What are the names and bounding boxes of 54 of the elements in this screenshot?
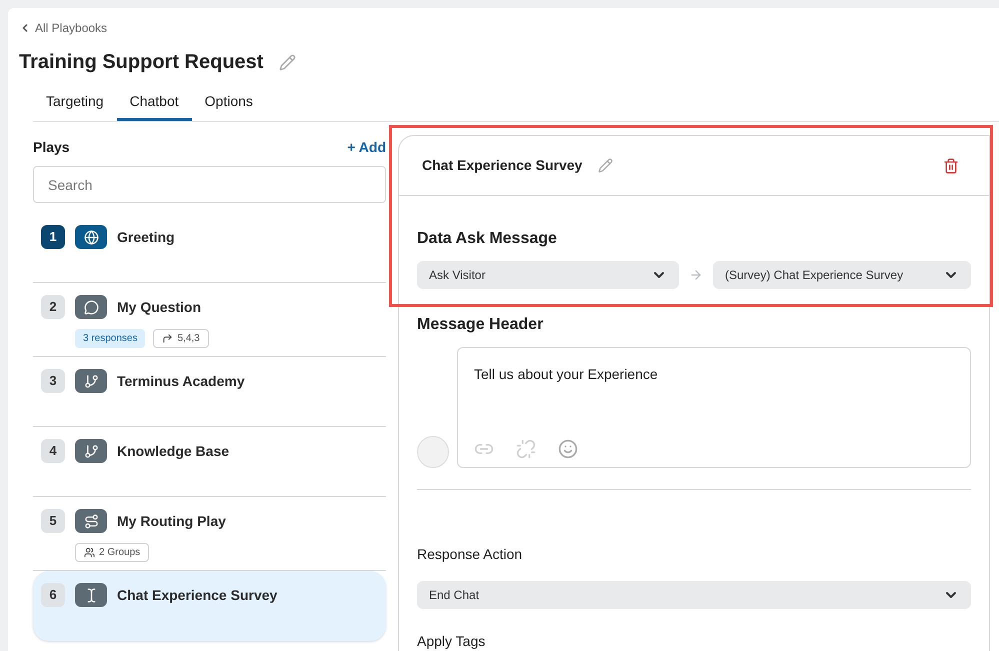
play-number: 4: [41, 439, 65, 463]
people-icon: [84, 547, 95, 558]
play-item[interactable]: 1 Greeting: [33, 213, 386, 283]
message-editor[interactable]: Tell us about your Experience: [457, 347, 971, 468]
data-ask-heading: Data Ask Message: [417, 229, 558, 249]
search-field[interactable]: Search: [33, 166, 386, 203]
routes-badge: 5,4,3: [153, 329, 209, 348]
pencil-icon[interactable]: [598, 158, 614, 173]
target-select[interactable]: (Survey) Chat Experience Survey: [713, 261, 971, 289]
branch-icon: [75, 369, 107, 393]
response-action-select[interactable]: End Chat: [417, 581, 971, 609]
tab[interactable]: Chatbot: [116, 87, 192, 121]
play-name: Terminus Academy: [117, 372, 245, 391]
avatar-silhouette: [417, 436, 449, 468]
emoji-icon[interactable]: [558, 439, 578, 459]
chat-bubble-icon: [75, 295, 107, 319]
play-number: 5: [41, 509, 65, 533]
apply-tags-label: Apply Tags: [417, 632, 486, 651]
play-item[interactable]: 4 Knowledge Base: [33, 427, 386, 497]
globe-icon: [75, 225, 107, 249]
play-item[interactable]: 2 My Question 3 responses 5,4,3: [33, 283, 386, 357]
groups-badge: 2 Groups: [75, 543, 150, 562]
play-name: Greeting: [117, 228, 175, 247]
play-item[interactable]: 3 Terminus Academy: [33, 357, 386, 427]
tab[interactable]: Options: [192, 87, 266, 121]
message-text: Tell us about your Experience: [474, 365, 659, 384]
branch-icon: [75, 439, 107, 463]
responses-badge: 3 responses: [75, 329, 146, 348]
back-link[interactable]: All Playbooks: [35, 19, 108, 37]
play-name: My Routing Play: [117, 512, 226, 531]
redirect-arrow-icon: [162, 333, 174, 344]
play-number: 2: [41, 295, 65, 319]
arrow-right-icon: [689, 268, 703, 282]
play-item[interactable]: 6 Chat Experience Survey: [33, 571, 386, 641]
pencil-icon[interactable]: [279, 54, 296, 70]
play-item[interactable]: 5 My Routing Play 2 Groups: [33, 497, 386, 571]
message-header-heading: Message Header: [417, 315, 544, 335]
play-number: 3: [41, 369, 65, 393]
plays-heading: Plays: [33, 138, 70, 157]
unlink-icon[interactable]: [516, 439, 536, 459]
play-number: 6: [41, 583, 65, 607]
play-name: Knowledge Base: [117, 442, 230, 461]
play-title: Chat Experience Survey: [422, 156, 582, 175]
add-link[interactable]: + Add: [347, 137, 386, 158]
delete-icon[interactable]: [943, 158, 959, 174]
source-select[interactable]: Ask Visitor: [417, 261, 679, 289]
response-action-label: Response Action: [417, 545, 524, 564]
play-name: My Question: [117, 298, 202, 317]
play-number: 1: [41, 225, 65, 249]
text-cursor-icon: [75, 583, 107, 607]
play-name: Chat Experience Survey: [117, 586, 278, 605]
route-icon: [75, 509, 107, 533]
page-title: Training Support Request: [19, 50, 264, 75]
tab[interactable]: Targeting: [33, 87, 117, 121]
